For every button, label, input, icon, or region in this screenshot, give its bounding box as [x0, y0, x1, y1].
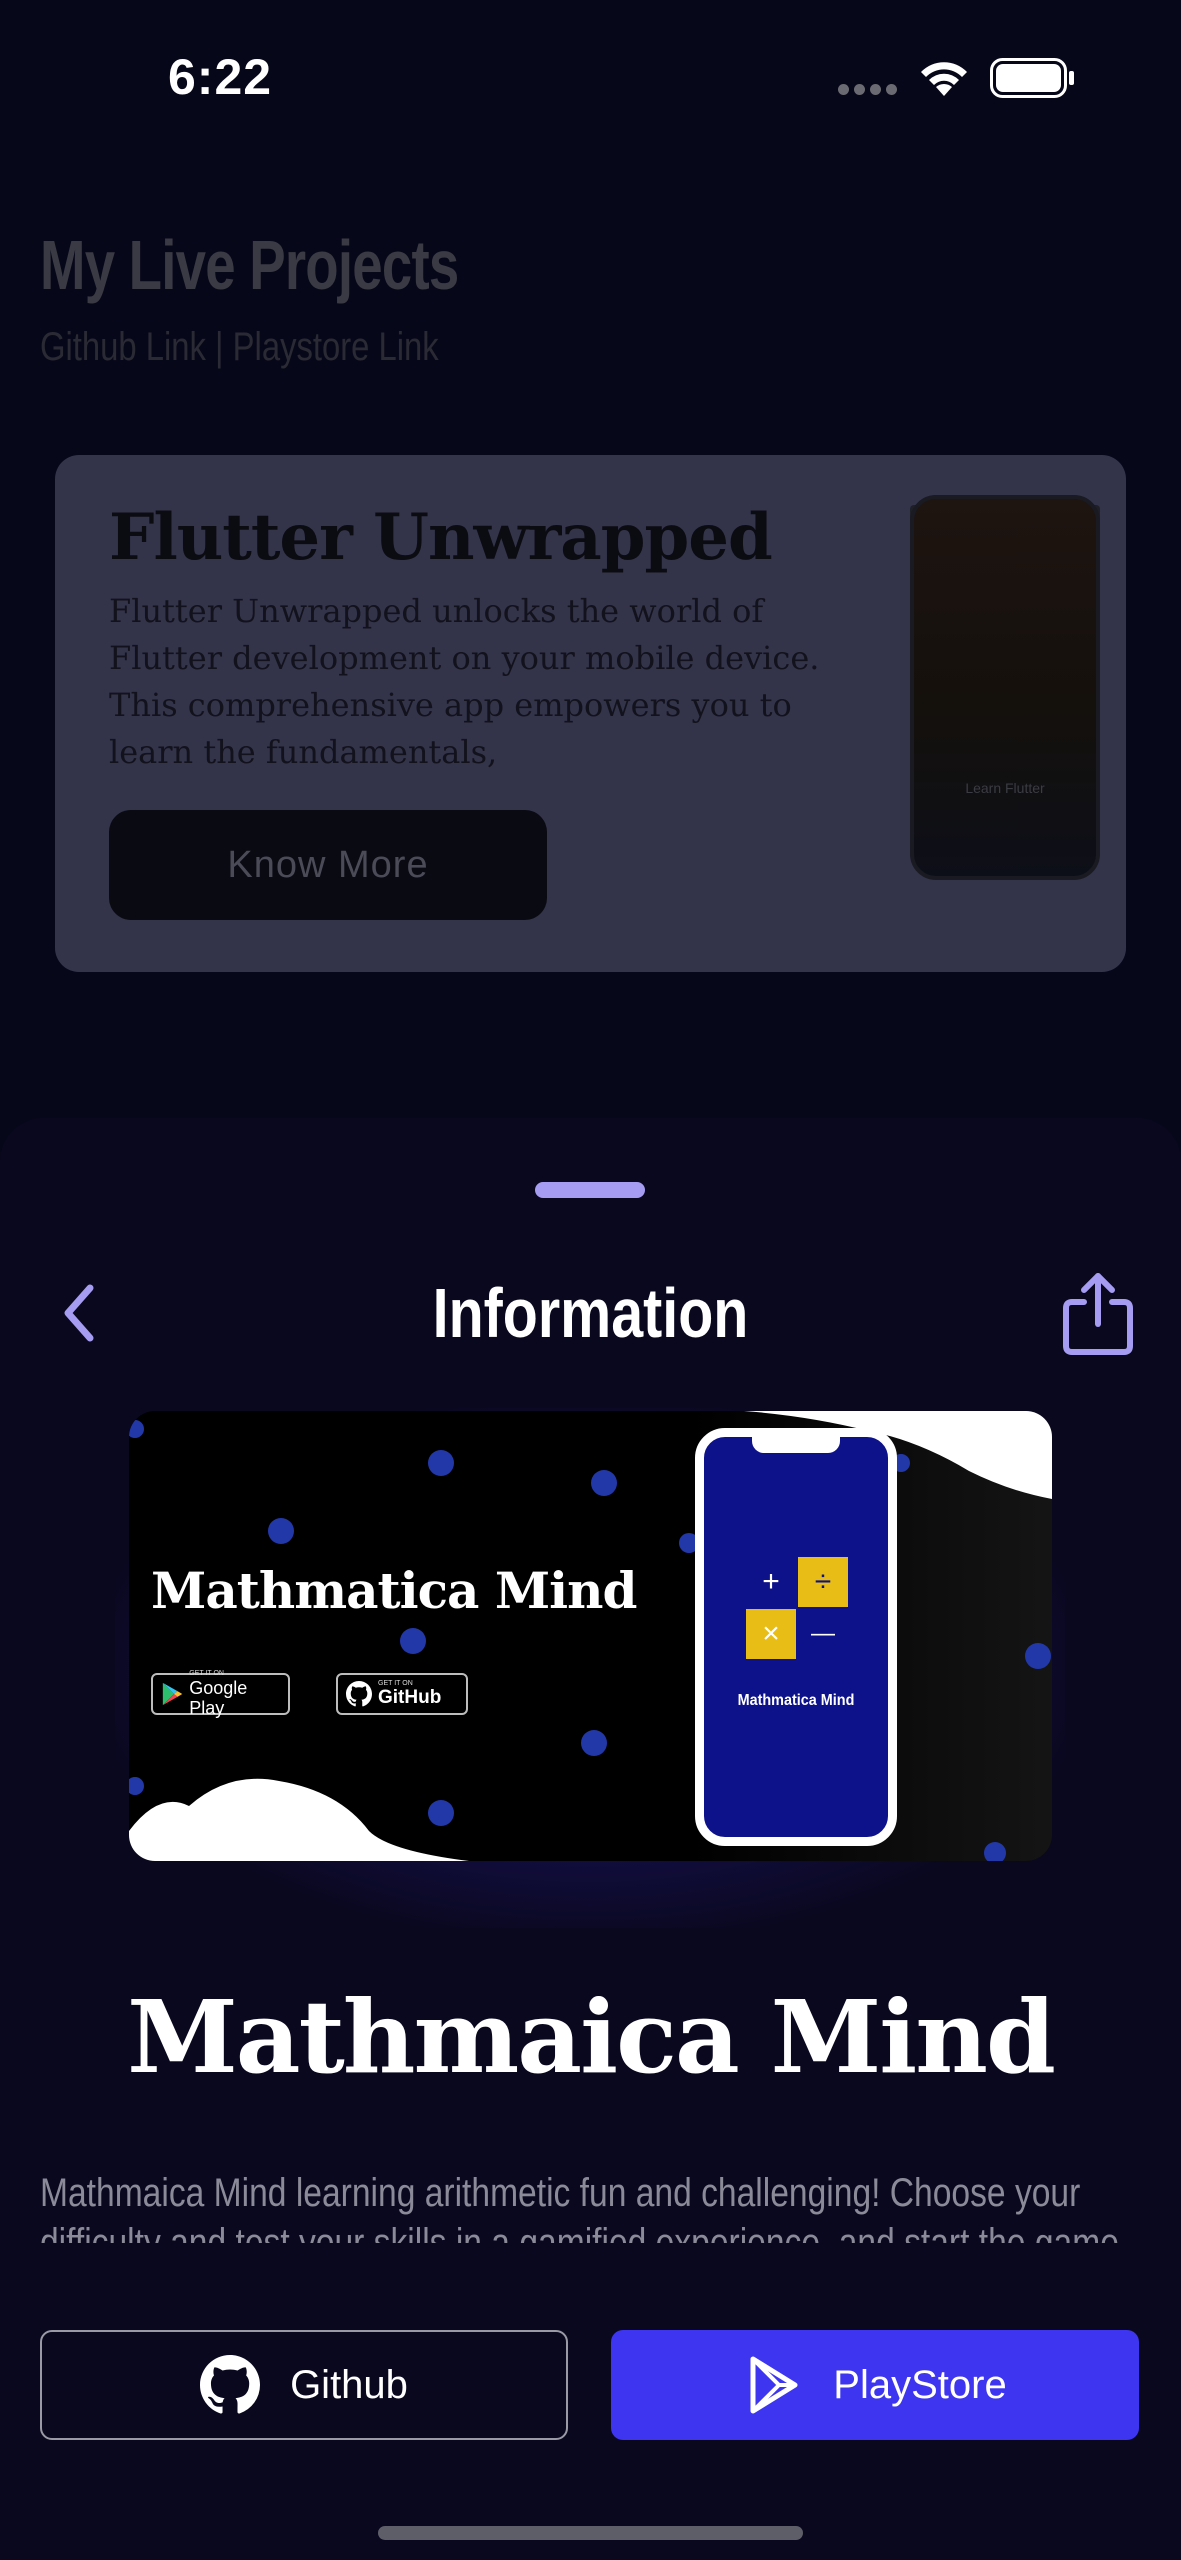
- status-bar: 6:22: [0, 0, 1181, 150]
- app-description-text: Mathmaica Mind learning arithmetic fun a…: [40, 2171, 1119, 2243]
- phone-app-name: Mathmatica Mind: [737, 1692, 855, 1709]
- battery-icon: [990, 58, 1074, 98]
- share-icon[interactable]: [1060, 1268, 1136, 1358]
- github-badge-text: GitHub: [378, 1687, 442, 1708]
- github-icon: [200, 2355, 261, 2414]
- cellular-signal-icon: [838, 84, 898, 98]
- playstore-button-label: PlayStore: [833, 2362, 1007, 2407]
- operators-grid: + ÷ × —: [746, 1557, 848, 1659]
- multiply-icon: ×: [746, 1609, 796, 1659]
- google-play-small-text: GET IT ON: [189, 1670, 224, 1677]
- github-badge: GET IT ON GitHub: [336, 1673, 468, 1715]
- information-sheet: Information Mathmatica Mind GET IT ON Go…: [0, 1118, 1181, 2560]
- status-time: 6:22: [168, 49, 273, 105]
- phone-notch: [752, 1435, 840, 1453]
- project-card: Flutter Unwrapped Flutter Unwrapped unlo…: [55, 455, 1126, 972]
- projects-title: My Live Projects: [40, 226, 459, 304]
- banner-decoration: [129, 1411, 1052, 1861]
- github-badge-icon: [346, 1681, 372, 1707]
- project-card-description: Flutter Unwrapped unlocks the world of F…: [109, 592, 820, 771]
- minus-icon: —: [798, 1609, 848, 1659]
- banner-phone-mockup: + ÷ × — Mathmatica Mind: [695, 1428, 897, 1846]
- github-button-label: Github: [290, 2362, 408, 2407]
- sheet-title: Information: [432, 1274, 749, 1352]
- project-phone-mockup: Learn Flutter: [910, 495, 1100, 880]
- play-store-icon: [750, 2356, 798, 2414]
- app-description: Mathmaica Mind learning arithmetic fun a…: [40, 2168, 1140, 2243]
- know-more-button[interactable]: Know More: [109, 810, 547, 920]
- projects-subtitle: Github Link | Playstore Link: [40, 325, 439, 369]
- divide-icon: ÷: [798, 1557, 848, 1607]
- playstore-button[interactable]: PlayStore: [611, 2330, 1139, 2440]
- banner-title: Mathmatica Mind: [151, 1561, 637, 1620]
- project-phone-caption: Learn Flutter: [965, 780, 1045, 796]
- google-play-icon: [162, 1682, 183, 1706]
- drag-handle[interactable]: [535, 1182, 645, 1198]
- github-button[interactable]: Github: [40, 2330, 568, 2440]
- app-banner-image: Mathmatica Mind GET IT ON Google Play GE…: [129, 1411, 1052, 1861]
- google-play-text: Google Play: [189, 1678, 248, 1718]
- google-play-badge: GET IT ON Google Play: [151, 1670, 290, 1718]
- plus-icon: +: [746, 1557, 796, 1607]
- wifi-icon: [921, 62, 967, 96]
- app-name: Mathmaica Mind: [127, 1978, 1056, 2096]
- home-indicator[interactable]: [378, 2526, 803, 2540]
- background-page: 6:22 My Live Projects Github Link | Play…: [0, 0, 1181, 1200]
- project-card-title: Flutter Unwrapped: [109, 500, 773, 575]
